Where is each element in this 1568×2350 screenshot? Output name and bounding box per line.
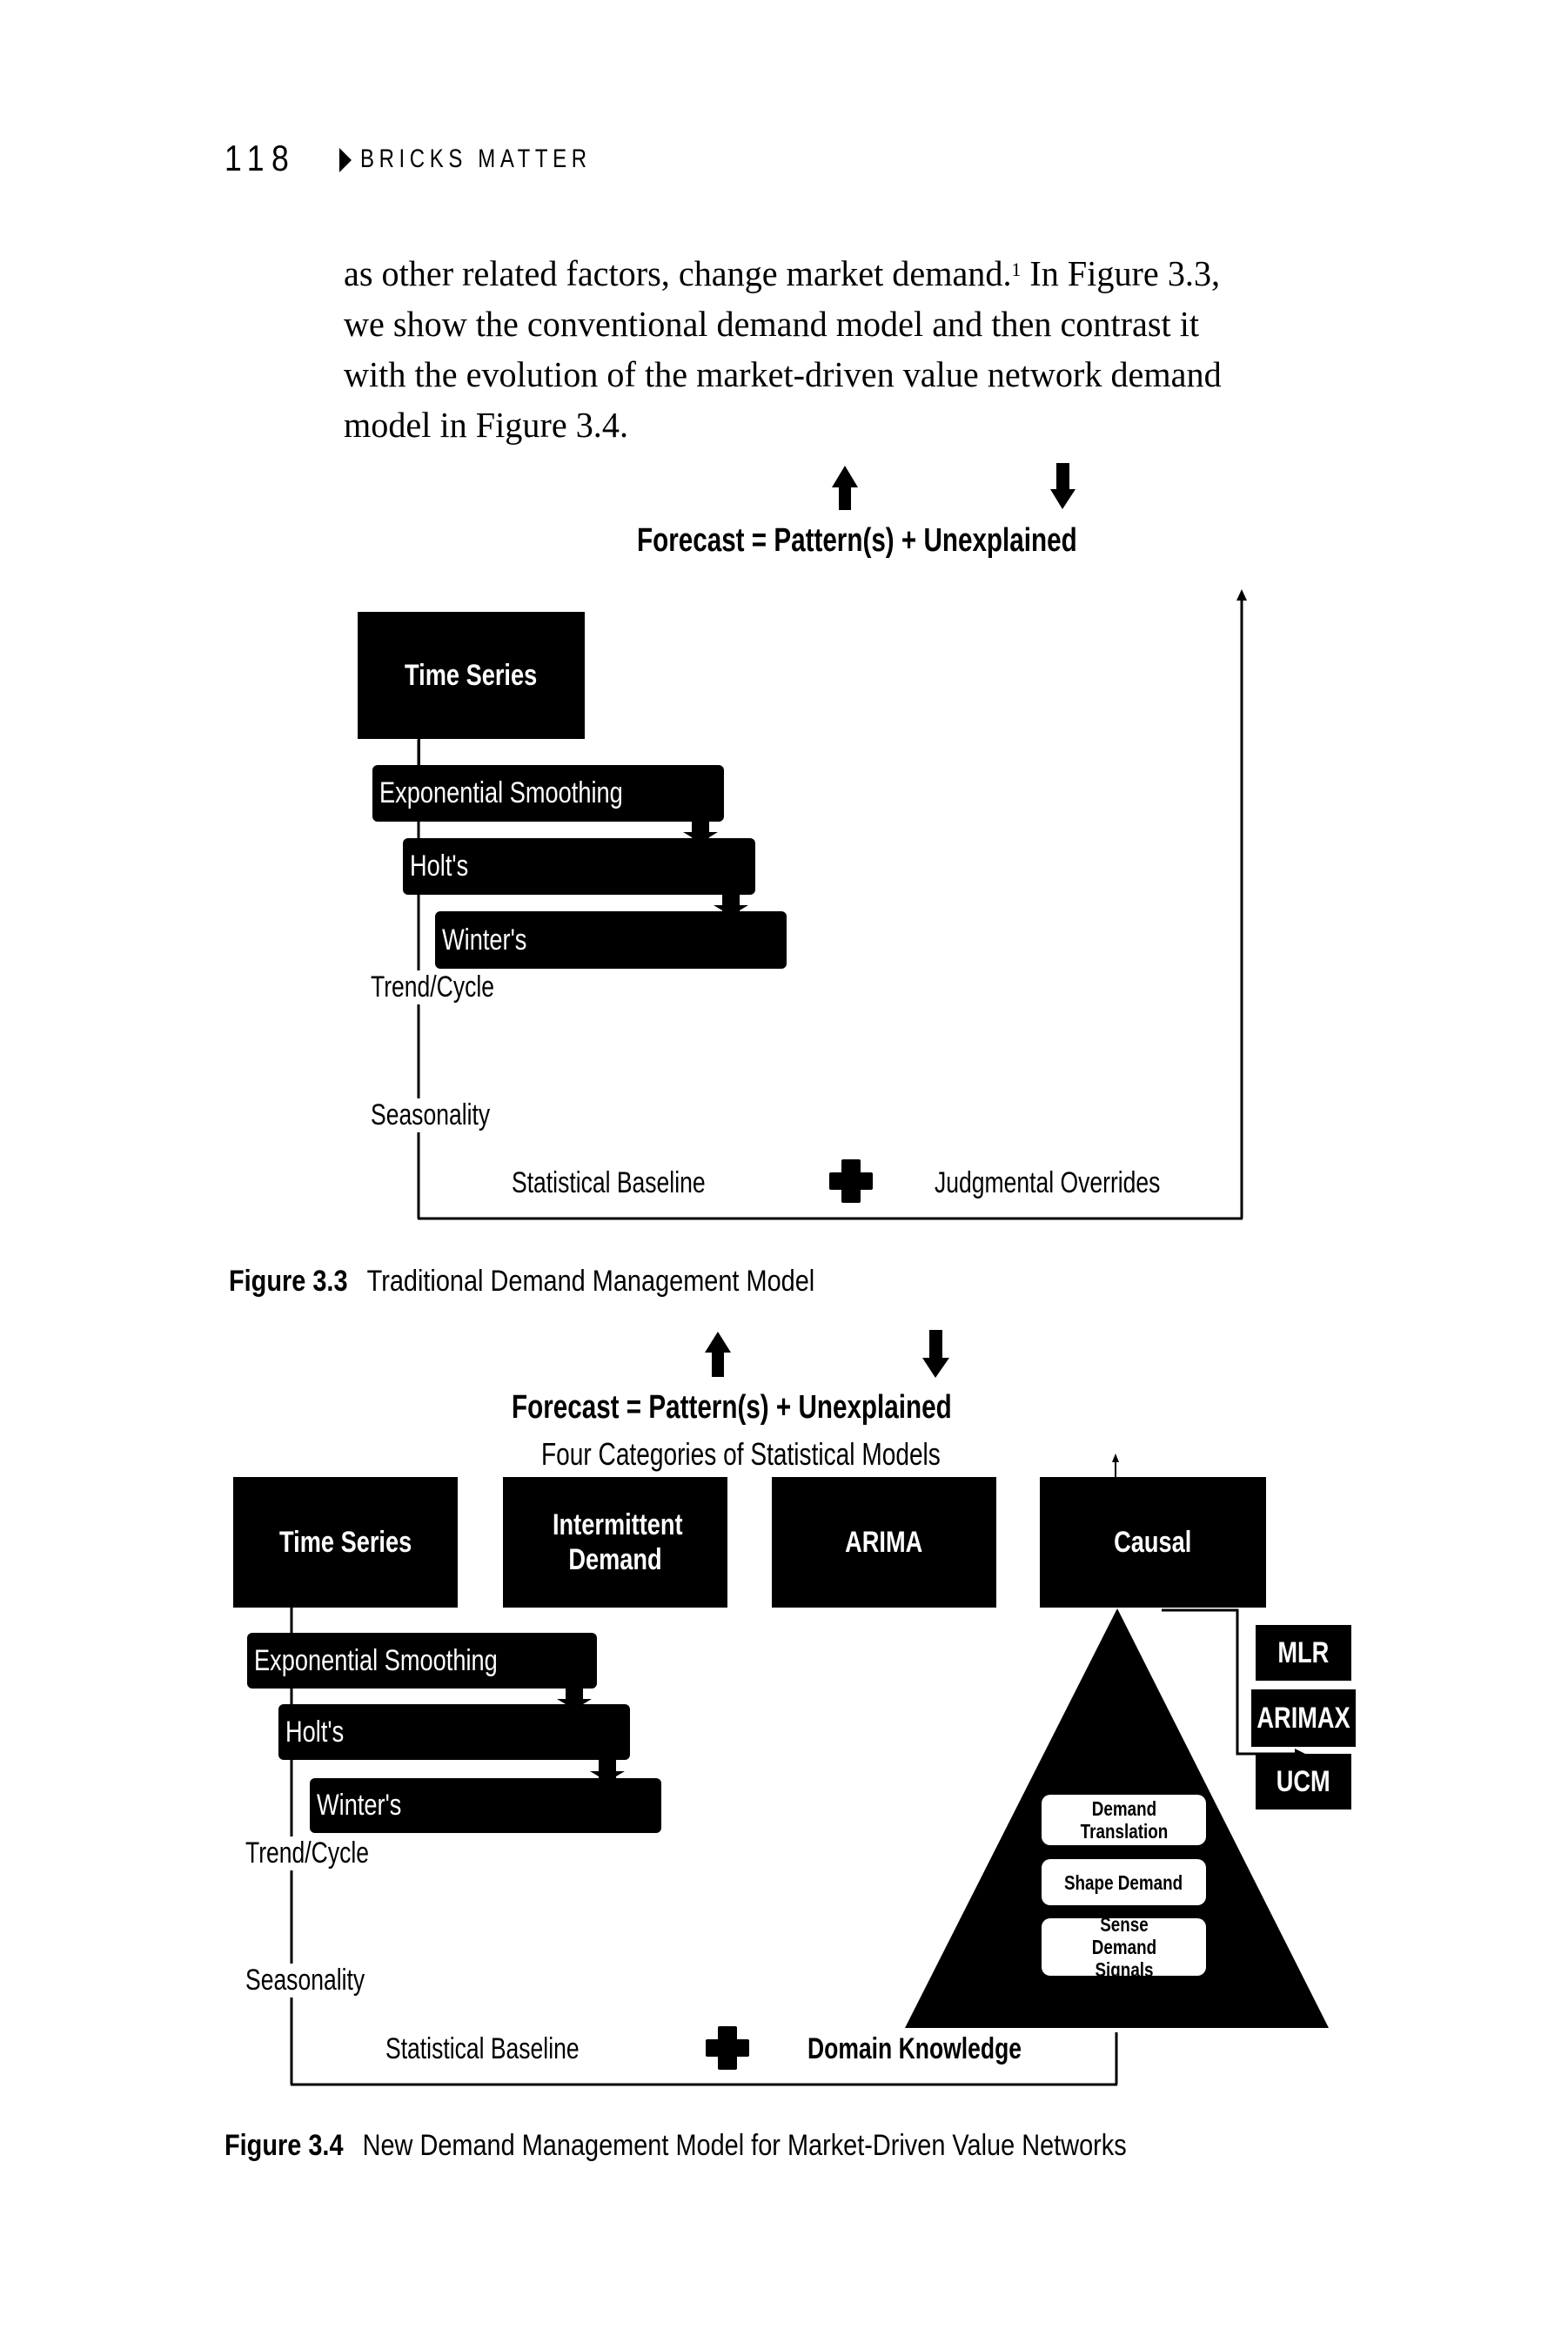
statistical-baseline-label: Statistical Baseline xyxy=(385,2032,580,2065)
causal-model-arimax: ARIMAX xyxy=(1251,1689,1356,1747)
domain-knowledge-label: Domain Knowledge xyxy=(807,2032,1022,2065)
category-causal: Causal xyxy=(1040,1477,1266,1608)
pyramid-step-label: Sense Demand Signals xyxy=(1091,1913,1156,1981)
method-label: Winter's xyxy=(442,923,527,957)
category-label: Time Series xyxy=(278,1525,412,1559)
method-exponential-smoothing: Exponential Smoothing xyxy=(372,765,724,822)
causal-model-label: ARIMAX xyxy=(1256,1701,1350,1735)
method-exponential-smoothing: Exponential Smoothing xyxy=(247,1633,597,1689)
causal-model-label: MLR xyxy=(1277,1635,1330,1669)
figure-3-3-caption: Figure 3.3 Traditional Demand Management … xyxy=(229,1265,814,1299)
judgmental-overrides-label: Judgmental Overrides xyxy=(935,1166,1161,1199)
caption-label: Figure 3.3 xyxy=(229,1265,348,1298)
up-arrow-icon xyxy=(832,466,858,510)
figure-shapes xyxy=(290,463,1329,2086)
method-label: Holt's xyxy=(285,1715,345,1749)
pyramid-step-shape-demand: Shape Demand xyxy=(1042,1859,1206,1905)
trend-cycle-label: Trend/Cycle xyxy=(245,1836,369,1870)
forecast-formula: Forecast = Pattern(s) + Unexplained xyxy=(637,522,1077,559)
category-intermittent-demand: Intermittent Demand xyxy=(503,1477,727,1608)
up-arrow-icon xyxy=(705,1332,731,1377)
method-holts: Holt's xyxy=(278,1704,630,1760)
category-label: Intermittent Demand xyxy=(553,1508,683,1576)
method-label: Winter's xyxy=(317,1789,402,1822)
method-label: Exponential Smoothing xyxy=(379,776,623,809)
forecast-formula: Forecast = Pattern(s) + Unexplained xyxy=(512,1389,952,1426)
pyramid-step-sense-demand-signals: Sense Demand Signals xyxy=(1042,1913,1206,1981)
time-series-label: Time Series xyxy=(405,658,538,692)
category-label: ARIMA xyxy=(845,1525,923,1559)
causal-model-ucm: UCM xyxy=(1256,1754,1351,1810)
method-winters: Winter's xyxy=(310,1778,661,1833)
causal-model-label: UCM xyxy=(1277,1764,1330,1798)
method-holts: Holt's xyxy=(403,838,755,895)
time-series-box: Time Series xyxy=(358,612,585,739)
caption-text: New Demand Management Model for Market-D… xyxy=(362,2129,1127,2162)
caption-label: Figure 3.4 xyxy=(224,2129,344,2162)
pyramid-step-label: Demand Translation xyxy=(1080,1797,1168,1843)
down-arrow-icon xyxy=(1050,463,1075,509)
method-label: Holt's xyxy=(410,849,469,883)
plus-icon xyxy=(829,1159,873,1203)
statistical-baseline-label: Statistical Baseline xyxy=(512,1166,706,1199)
category-label: Causal xyxy=(1114,1525,1192,1559)
down-arrow-icon xyxy=(922,1330,949,1378)
method-winters: Winter's xyxy=(435,911,787,969)
frame-up-arrowhead xyxy=(1236,589,1247,601)
categories-title: Four Categories of Statistical Models xyxy=(541,1436,941,1472)
connector-line xyxy=(418,739,420,765)
pyramid-step-label: Shape Demand xyxy=(1064,1870,1183,1894)
seasonality-label: Seasonality xyxy=(371,1098,491,1132)
figure-3-4-caption: Figure 3.4 New Demand Management Model fo… xyxy=(224,2129,1127,2163)
pyramid-step-demand-translation: Demand Translation xyxy=(1042,1795,1206,1845)
seasonality-label: Seasonality xyxy=(245,1964,365,1998)
trend-cycle-label: Trend/Cycle xyxy=(371,970,494,1004)
plus-icon xyxy=(706,2026,749,2070)
category-arima: ARIMA xyxy=(772,1477,996,1608)
caption-text: Traditional Demand Management Model xyxy=(366,1265,815,1298)
method-label: Exponential Smoothing xyxy=(254,1643,498,1677)
causal-model-mlr: MLR xyxy=(1256,1625,1351,1681)
category-time-series: Time Series xyxy=(233,1477,458,1608)
